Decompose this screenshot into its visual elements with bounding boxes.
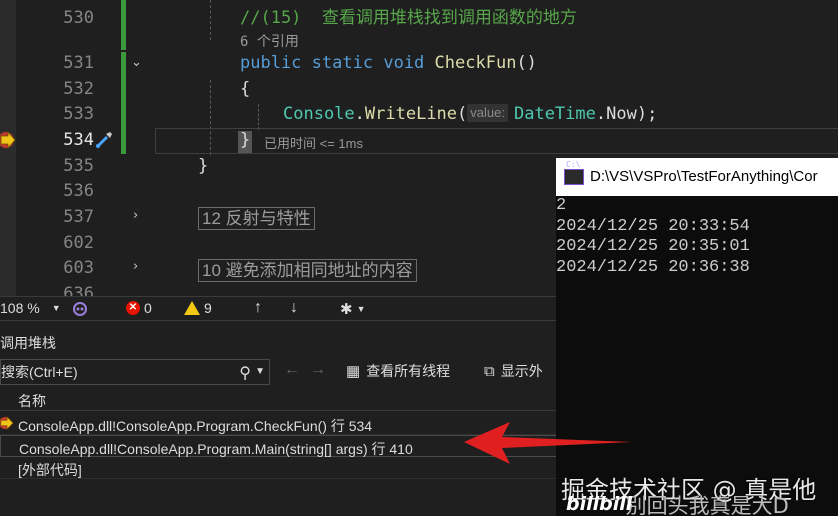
error-count: 0 — [144, 300, 152, 316]
arrow-up-icon[interactable]: ↑ — [254, 299, 262, 317]
copy-icon: ⧉ — [484, 362, 495, 380]
collapsed-region[interactable]: 12 反射与特性 — [198, 207, 315, 230]
console-app-icon — [564, 160, 584, 185]
collapsed-region[interactable]: 10 避免添加相同地址的内容 — [198, 259, 417, 282]
expand-chevron-icon[interactable]: › — [133, 208, 138, 223]
code-line[interactable]: 532 { — [0, 77, 838, 102]
code-text: public static void CheckFun() — [240, 53, 537, 73]
errors-indicator[interactable]: ✕ 0 — [126, 300, 152, 316]
search-placeholder: 搜索(Ctrl+E) — [1, 364, 78, 380]
console-line: 2 — [556, 196, 567, 215]
search-input[interactable]: 搜索(Ctrl+E) ⚲ ▼ — [0, 359, 270, 385]
console-title: D:\VS\VSPro\TestForAnything\Cor — [590, 168, 818, 185]
console-line: 2024/12/25 20:36:38 — [556, 257, 750, 277]
console-line: 2024/12/25 20:33:54 — [556, 216, 750, 236]
line-number: 602 — [63, 233, 94, 253]
show-external-code-button[interactable]: ⧉ 显示外 — [484, 361, 543, 381]
code-line-current[interactable]: 534 } — [0, 128, 838, 153]
call-stack-panel: 调用堆栈 搜索(Ctrl+E) ⚲ ▼ ← → ▦ 查看所有线程 ⧉ 显示外 名… — [0, 320, 558, 516]
line-number: 603 — [63, 258, 94, 278]
line-number: 534 — [63, 130, 94, 150]
show-all-threads-button[interactable]: ▦ 查看所有线程 — [346, 361, 450, 381]
button-label: 查看所有线程 — [366, 363, 451, 379]
code-text: Console.WriteLine(value: DateTime.Now); — [283, 104, 658, 124]
code-line[interactable]: 530 //(15) 查看调用堆栈找到调用函数的地方 — [0, 6, 838, 31]
console-line: 2024/12/25 20:35:01 — [556, 237, 750, 256]
inline-parameter-hint: value: — [467, 104, 508, 122]
chevron-down-icon[interactable]: ▼ — [255, 360, 265, 384]
column-header-name[interactable]: 名称 — [0, 387, 558, 411]
code-line[interactable]: 533 Console.WriteLine(value: DateTime.Now… — [0, 102, 838, 127]
panel-title: 调用堆栈 — [0, 335, 56, 351]
search-icon: ⚲ — [239, 365, 251, 382]
console-output: 2 2024/12/25 20:33:54 2024/12/25 20:35:0… — [556, 196, 838, 278]
code-text: } — [198, 156, 209, 176]
code-comment: //(15) 查看调用堆栈找到调用函数的地方 — [240, 8, 577, 28]
code-text: { — [240, 79, 251, 99]
chevron-down-icon: ▼ — [51, 303, 61, 313]
frame-label: [外部代码] — [18, 462, 82, 478]
code-line[interactable]: 531 ⌄ public static void CheckFun() — [0, 51, 838, 76]
line-number: 532 — [63, 79, 94, 99]
column-label: 名称 — [18, 393, 46, 409]
chevron-down-icon: ▼ — [356, 304, 366, 314]
line-number: 536 — [63, 181, 94, 201]
broom-icon: ✱ — [340, 301, 353, 318]
call-stack-toolbar: 搜索(Ctrl+E) ⚲ ▼ ← → ▦ 查看所有线程 ⧉ 显示外 — [0, 357, 558, 387]
edit-and-continue-icon[interactable] — [93, 129, 115, 151]
line-number: 537 — [63, 207, 94, 227]
warning-icon — [184, 301, 200, 315]
red-annotation-arrow-icon — [464, 422, 632, 464]
button-label: 显示外 — [500, 363, 543, 379]
warnings-indicator[interactable]: 9 — [184, 300, 212, 316]
code-lens-references[interactable]: 6 个引用 — [240, 31, 299, 51]
code-text: } — [240, 130, 251, 150]
error-icon: ✕ — [126, 301, 140, 315]
collapse-chevron-icon[interactable]: ⌄ — [131, 55, 142, 70]
editor-status-bar: 108 % ▼ ✕ 0 9 ↑ ↓ ✱ ▼ — [0, 296, 560, 320]
line-number: 535 — [63, 156, 94, 176]
copilot-icon[interactable] — [72, 301, 88, 317]
expand-chevron-icon[interactable]: › — [133, 259, 138, 274]
zoom-level: 108 % — [0, 300, 40, 316]
console-title-bar[interactable]: D:\VS\VSPro\TestForAnything\Cor — [556, 158, 838, 196]
line-number: 636 — [63, 284, 94, 296]
current-frame-arrow-icon — [0, 416, 14, 430]
line-number: 533 — [63, 104, 94, 124]
arrow-down-icon[interactable]: ↓ — [290, 299, 298, 317]
threads-icon: ▦ — [346, 363, 361, 380]
line-number: 531 — [63, 53, 94, 73]
frame-label: ConsoleApp.dll!ConsoleApp.Program.Main(s… — [19, 441, 413, 457]
current-statement-arrow-icon[interactable] — [0, 131, 16, 149]
frame-label: ConsoleApp.dll!ConsoleApp.Program.CheckF… — [18, 418, 373, 434]
zoom-dropdown[interactable]: 108 % ▼ — [0, 300, 61, 316]
line-number: 530 — [63, 8, 94, 28]
warning-count: 9 — [204, 300, 212, 316]
arrow-right-icon[interactable]: → — [310, 361, 326, 379]
code-cleanup-button[interactable]: ✱ ▼ — [340, 300, 366, 318]
perf-tip: 已用时间 <= 1ms — [264, 136, 363, 151]
arrow-left-icon[interactable]: ← — [284, 361, 300, 379]
bilibili-logo: bilibili — [566, 493, 633, 515]
